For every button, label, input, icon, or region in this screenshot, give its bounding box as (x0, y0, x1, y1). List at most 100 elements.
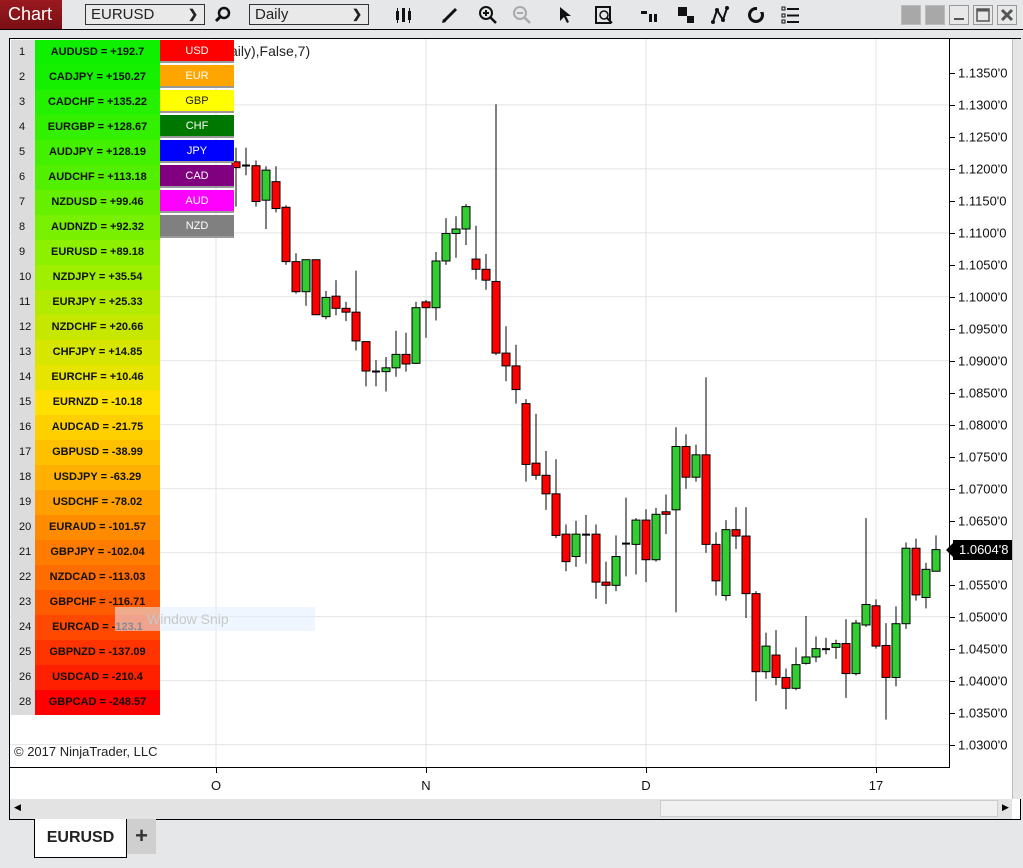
y-tick-label: 1.1300'0 (958, 97, 1008, 113)
candle-body (291, 261, 301, 293)
candle-body (651, 513, 661, 561)
rank-number: 9 (11, 240, 35, 265)
pair-strength-cell: NZDUSD = +99.46 (35, 190, 160, 215)
y-tick-label: 1.0350'0 (958, 705, 1008, 721)
candle-body (571, 533, 581, 558)
candle-body (761, 645, 771, 673)
y-tick-label: 1.0700'0 (958, 481, 1008, 497)
y-tick-mark (950, 296, 955, 298)
last-price-badge: 1.0604'8 (946, 539, 1013, 560)
y-tick-mark (950, 616, 955, 618)
rank-row: 6 AUDCHF = +113.18 (11, 165, 160, 190)
y-tick-mark (950, 232, 955, 234)
candle-body (591, 533, 601, 583)
pair-strength-cell: EURNZD = -10.18 (35, 390, 160, 415)
x-tick-mark (216, 767, 217, 773)
y-tick-mark (950, 648, 955, 650)
pair-strength-cell: EURUSD = +89.18 (35, 240, 160, 265)
rank-number: 26 (11, 665, 35, 690)
x-tick-label: O (210, 778, 222, 793)
y-tick-label: 1.0450'0 (958, 641, 1008, 657)
y-tick-mark (950, 520, 955, 522)
rank-row: 25 GBPNZD = -137.09 (11, 640, 160, 665)
candle-body (582, 533, 590, 536)
rank-number: 11 (11, 290, 35, 315)
y-tick-mark (950, 72, 955, 74)
rank-number: 16 (11, 415, 35, 440)
rank-number: 2 (11, 65, 35, 90)
candle-body (551, 493, 561, 536)
rank-row: 2 CADJPY = +150.27 (11, 65, 160, 90)
pair-strength-cell: USDCAD = -210.4 (35, 665, 160, 690)
candle-body (631, 519, 641, 545)
candle-body (771, 654, 781, 678)
pair-strength-cell: AUDCAD = -21.75 (35, 415, 160, 440)
rank-row: 3 CADCHF = +135.22 (11, 90, 160, 115)
y-tick-label: 1.1050'0 (958, 257, 1008, 273)
pair-strength-cell: AUDCHF = +113.18 (35, 165, 160, 190)
candle-body (242, 164, 250, 167)
candle-body (431, 260, 441, 309)
y-tick-label: 1.1150'0 (958, 193, 1007, 209)
indicator-label: aily),False,7) (230, 43, 311, 59)
pair-strength-cell: AUDUSD = +192.7 (35, 40, 160, 65)
candle-body (931, 549, 941, 572)
rank-row: 1 AUDUSD = +192.7 (11, 40, 160, 65)
y-tick-label: 1.0850'0 (958, 385, 1008, 401)
candle-body (481, 268, 491, 281)
rank-row: 16 AUDCAD = -21.75 (11, 415, 160, 440)
rank-number: 24 (11, 615, 35, 640)
scroll-thumb[interactable] (660, 800, 998, 817)
y-tick-mark (950, 328, 955, 330)
candle-body (281, 206, 291, 263)
candle-body (611, 556, 621, 586)
rank-row: 21 GBPJPY = -102.04 (11, 540, 160, 565)
add-tab-button[interactable]: + (127, 819, 156, 854)
candle-body (421, 301, 431, 309)
candle-body (781, 676, 791, 689)
candle-body (681, 446, 691, 478)
pair-strength-cell: CADCHF = +135.22 (35, 90, 160, 115)
currency-legend-item: GBP (160, 90, 234, 113)
candle-body (301, 259, 311, 293)
candle-body (721, 529, 731, 597)
candle-body (701, 454, 711, 545)
rank-row: 10 NZDJPY = +35.54 (11, 265, 160, 290)
scroll-right-icon[interactable]: ▶ (1002, 802, 1009, 813)
window-snip-overlay: Window Snip (115, 607, 315, 631)
y-tick-mark (950, 584, 955, 586)
candle-body (791, 664, 801, 689)
candle-body (731, 529, 741, 537)
candle-body (361, 341, 371, 372)
y-axis-line (949, 39, 950, 767)
pair-strength-cell: EURGBP = +128.67 (35, 115, 160, 140)
horizontal-scrollbar[interactable]: ◀ ▶ (10, 799, 1012, 819)
rank-number: 6 (11, 165, 35, 190)
x-tick-mark (876, 767, 877, 773)
candle-body (351, 311, 361, 342)
candle-body (251, 165, 261, 202)
rank-number: 5 (11, 140, 35, 165)
scroll-left-icon[interactable]: ◀ (14, 802, 21, 813)
currency-legend-item: JPY (160, 140, 234, 163)
rank-row: 17 GBPUSD = -38.99 (11, 440, 160, 465)
x-tick-label: 17 (868, 778, 884, 793)
x-tick-label: N (421, 778, 431, 793)
candle-body (341, 307, 351, 313)
candle-body (811, 648, 821, 658)
rank-row: 12 NZDCHF = +20.66 (11, 315, 160, 340)
y-tick-mark (950, 264, 955, 266)
rank-row: 9 EURUSD = +89.18 (11, 240, 160, 265)
y-tick-label: 1.0650'0 (958, 513, 1008, 529)
tab-eurusd[interactable]: EURUSD (34, 819, 127, 858)
rank-number: 14 (11, 365, 35, 390)
candle-body (271, 181, 281, 210)
rank-number: 1 (11, 40, 35, 65)
candle-body (381, 367, 391, 373)
candle-body (741, 535, 751, 595)
pair-strength-cell: GBPJPY = -102.04 (35, 540, 160, 565)
vertical-scrollbar[interactable] (1012, 39, 1021, 799)
rank-row: 28 GBPCAD = -248.57 (11, 690, 160, 715)
currency-legend: USD EUR GBP CHF JPY CAD AUD NZD (160, 40, 234, 240)
currency-legend-item: CAD (160, 165, 234, 188)
